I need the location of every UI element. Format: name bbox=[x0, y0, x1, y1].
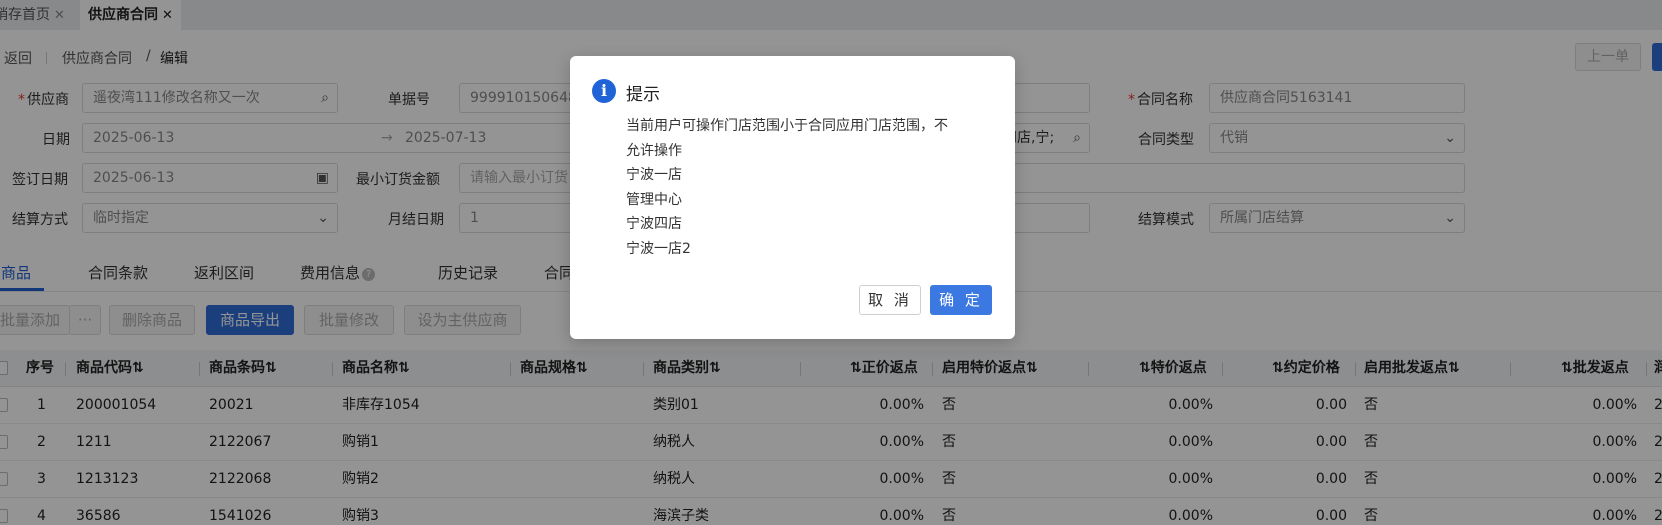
confirm-dialog: i 提示 当前用户可操作门店范围小于合同应用门店范围，不 允许操作 宁波一店 管… bbox=[570, 56, 1015, 339]
dialog-title: 提示 bbox=[626, 85, 660, 105]
dialog-message-line: 管理中心 bbox=[626, 191, 682, 208]
dialog-message-line: 当前用户可操作门店范围小于合同应用门店范围，不 bbox=[626, 118, 948, 134]
dialog-message-line: 允许操作 bbox=[626, 142, 682, 159]
confirm-button[interactable]: 确 定 bbox=[930, 285, 992, 315]
dialog-message: 当前用户可操作门店范围小于合同应用门店范围，不 允许操作 宁波一店 管理中心 宁… bbox=[626, 114, 986, 261]
dialog-message-line: 宁波四店 bbox=[626, 216, 682, 232]
cancel-button[interactable]: 取 消 bbox=[859, 285, 921, 315]
info-icon: i bbox=[592, 79, 616, 103]
dialog-message-line: 宁波一店 bbox=[626, 167, 682, 183]
dialog-message-line: 宁波一店2 bbox=[626, 240, 691, 257]
